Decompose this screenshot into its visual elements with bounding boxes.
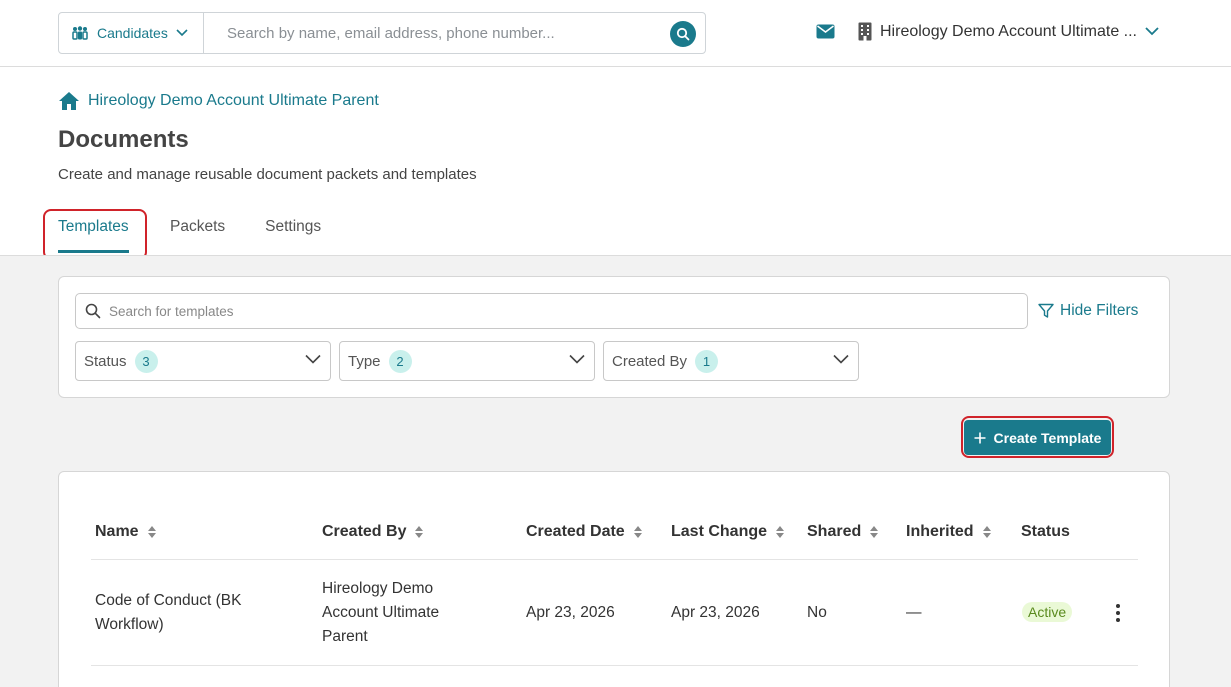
header-divider (91, 559, 1138, 560)
created-by-filter-label: Created By (612, 352, 688, 370)
search-button[interactable] (670, 21, 696, 47)
cell-created-by-line: Hireology Demo (322, 580, 434, 597)
global-search-input[interactable] (204, 13, 705, 53)
created-by-filter-count: 1 (695, 349, 719, 373)
filter-icon (1038, 303, 1054, 318)
global-search-field (204, 13, 705, 53)
account-switcher[interactable]: Hireology Demo Account Ultimate ... (858, 22, 1159, 41)
type-filter-count: 2 (388, 349, 412, 373)
status-badge: Active (1022, 602, 1073, 622)
sort-icon (982, 526, 991, 538)
tab-settings[interactable]: Settings (265, 218, 321, 253)
cell-name-line: Code of Conduct (BK (95, 592, 242, 609)
plus-icon (974, 432, 986, 443)
search-scope-label: Candidates (97, 25, 168, 41)
column-header-created-by[interactable]: Created By (322, 523, 424, 541)
row-actions-button[interactable] (1111, 598, 1125, 628)
column-header-status: Status (1021, 523, 1070, 541)
template-search-field (75, 293, 1028, 329)
kebab-menu-icon (1116, 611, 1120, 615)
cell-created-by: Hireology Demo Account Ultimate Parent (322, 577, 439, 649)
column-header-label: Status (1021, 523, 1070, 540)
chevron-down-icon (1145, 27, 1159, 36)
document-tabs: Templates Packets Settings (58, 218, 321, 253)
breadcrumb[interactable]: Hireology Demo Account Ultimate Parent (58, 91, 379, 111)
candidates-icon (72, 26, 88, 40)
cell-name[interactable]: Code of Conduct (BK Workflow) (95, 589, 241, 637)
template-search-input[interactable] (109, 303, 1009, 319)
tab-templates[interactable]: Templates (58, 218, 129, 253)
create-template-label: Create Template (993, 429, 1102, 446)
account-name: Hireology Demo Account Ultimate ... (880, 22, 1137, 40)
home-icon (59, 92, 79, 110)
sort-icon (776, 526, 785, 538)
column-header-label: Created Date (526, 523, 625, 540)
column-header-created-date[interactable]: Created Date (526, 523, 643, 541)
search-scope-select[interactable]: Candidates (59, 13, 204, 53)
cell-created-by-line: Parent (322, 628, 368, 645)
filter-panel: Hide Filters Status 3 Type 2 Created By … (58, 276, 1170, 398)
chevron-down-icon (833, 354, 849, 364)
row-divider (91, 665, 1138, 666)
column-header-last-change[interactable]: Last Change (671, 523, 785, 541)
status-filter[interactable]: Status 3 (75, 341, 331, 381)
search-icon (676, 27, 690, 41)
type-filter-label: Type (348, 352, 381, 370)
cell-created-by-line: Account Ultimate (322, 604, 440, 621)
templates-table: Name Created By Created Date Last Change… (58, 471, 1170, 687)
top-bar: Candidates Hireology Demo Account Ultima… (0, 0, 1231, 67)
create-template-button[interactable]: Create Template (964, 420, 1111, 455)
chevron-down-icon (176, 29, 188, 37)
cell-last-change: Apr 23, 2026 (671, 604, 760, 621)
column-header-label: Inherited (906, 523, 974, 540)
sort-icon (147, 526, 156, 538)
cell-created-date: Apr 23, 2026 (526, 604, 615, 621)
column-header-label: Name (95, 523, 139, 540)
cell-inherited: — (906, 604, 922, 621)
sort-icon (415, 526, 424, 538)
sort-icon (633, 526, 642, 538)
kebab-menu-icon (1116, 604, 1120, 608)
messages-button[interactable] (816, 24, 835, 44)
column-header-shared[interactable]: Shared (807, 523, 879, 541)
column-header-inherited[interactable]: Inherited (906, 523, 992, 541)
breadcrumb-label: Hireology Demo Account Ultimate Parent (88, 92, 379, 109)
building-icon (858, 22, 872, 41)
kebab-menu-icon (1116, 618, 1120, 622)
column-header-label: Last Change (671, 523, 768, 540)
hide-filters-label: Hide Filters (1060, 302, 1139, 319)
mail-icon (816, 24, 835, 39)
cell-name-line: Workflow) (95, 616, 164, 633)
column-header-label: Created By (322, 523, 407, 540)
type-filter[interactable]: Type 2 (339, 341, 595, 381)
main-content: Hide Filters Status 3 Type 2 Created By … (0, 255, 1231, 687)
column-header-label: Shared (807, 523, 862, 540)
chevron-down-icon (305, 354, 321, 364)
chevron-down-icon (569, 354, 585, 364)
hide-filters-button[interactable]: Hide Filters (1038, 302, 1138, 320)
created-by-filter[interactable]: Created By 1 (603, 341, 859, 381)
status-filter-label: Status (84, 352, 127, 370)
page-subtitle: Create and manage reusable document pack… (58, 166, 477, 183)
tab-packets[interactable]: Packets (170, 218, 225, 253)
sort-icon (870, 526, 879, 538)
cell-shared: No (807, 604, 827, 621)
search-icon (85, 303, 101, 319)
column-header-name[interactable]: Name (95, 523, 157, 541)
page-title: Documents (58, 126, 189, 153)
global-search-group: Candidates (58, 12, 706, 54)
status-filter-count: 3 (134, 349, 158, 373)
